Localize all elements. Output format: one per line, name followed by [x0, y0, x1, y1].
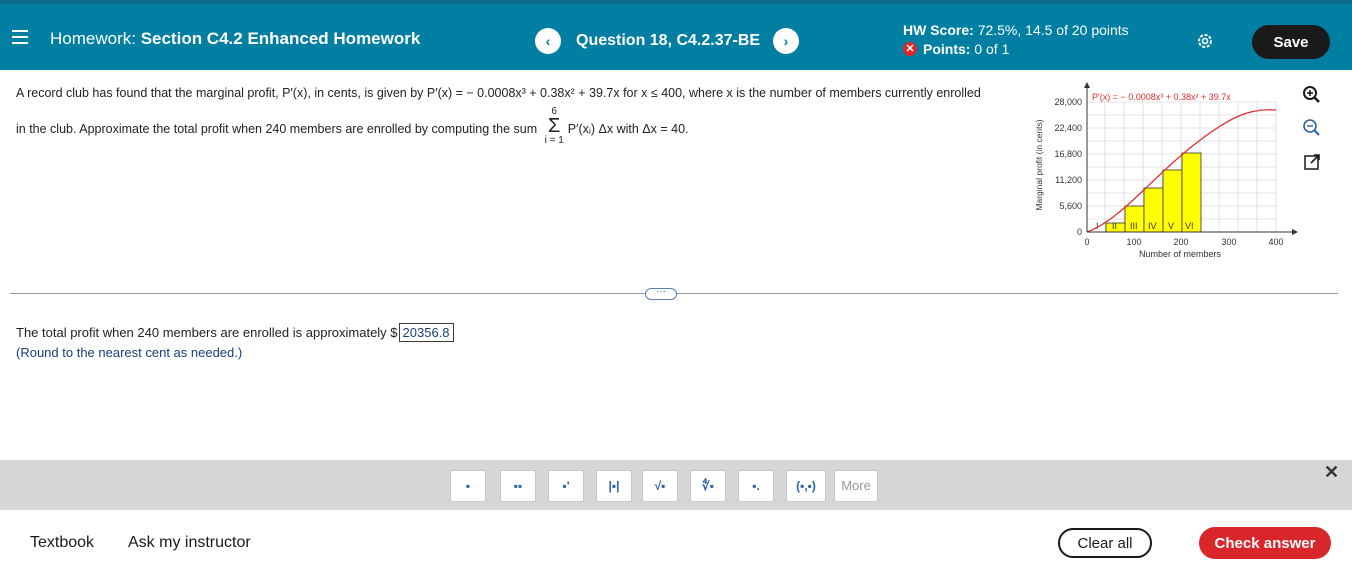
y-tick-1: 5,600 — [1059, 201, 1082, 211]
question-line-2-text: in the club. Approximate the total profi… — [16, 122, 538, 136]
y-axis-label: Marginal profit (in cents) — [1034, 119, 1044, 210]
rounding-hint: (Round to the nearest cent as needed.) — [16, 345, 243, 360]
y-tick-0: 0 — [1077, 227, 1082, 237]
incorrect-icon: ✕ — [903, 42, 917, 56]
previous-question-button[interactable]: ‹ — [535, 28, 561, 54]
zoom-out-icon[interactable] — [1300, 117, 1324, 139]
sqrt-icon[interactable]: √▪ — [642, 470, 678, 502]
next-question-button[interactable]: › — [773, 28, 799, 54]
zoom-in-icon[interactable] — [1300, 84, 1324, 106]
check-answer-button[interactable]: Check answer — [1199, 527, 1331, 559]
y-tick-2: 11,200 — [1055, 175, 1082, 185]
sum-body: P′(xᵢ) Δx with Δx = 40. — [567, 122, 689, 136]
rect-label-2: II — [1112, 221, 1117, 231]
menu-icon[interactable] — [12, 30, 28, 48]
answer-input[interactable]: 20356.8 — [398, 323, 454, 342]
points-value: 0 of 1 — [974, 41, 1010, 57]
x-tick-labels: 0 100 200 300 400 — [1084, 237, 1283, 247]
ask-instructor-link[interactable]: Ask my instructor — [128, 534, 251, 552]
question-title: Question 18, C4.2.37-BE — [576, 32, 761, 49]
hw-score: HW Score: 72.5%, 14.5 of 20 points ✕ Poin… — [903, 22, 1129, 57]
x-axis-label: Number of members — [1139, 249, 1222, 259]
y-tick-4: 22,400 — [1054, 123, 1082, 133]
title-prefix: Homework: — [50, 29, 141, 48]
rect-label-1: I — [1096, 221, 1099, 231]
rect-label-3: III — [1130, 221, 1138, 231]
clear-all-button[interactable]: Clear all — [1058, 528, 1152, 558]
decimal-icon[interactable]: ▪. — [738, 470, 774, 502]
y-axis-arrow — [1084, 82, 1090, 88]
close-toolbar-icon[interactable]: ✕ — [1324, 462, 1339, 483]
x-tick-2: 200 — [1173, 237, 1188, 247]
more-button[interactable]: More — [834, 470, 878, 502]
absolute-value-icon[interactable]: |▪| — [596, 470, 632, 502]
nth-root-icon[interactable]: ∜▪ — [690, 470, 726, 502]
question-line-2: in the club. Approximate the total profi… — [16, 106, 689, 146]
save-button[interactable]: Save — [1252, 25, 1330, 59]
answer-prefix: The total profit when 240 members are en… — [16, 325, 398, 340]
x-tick-1: 100 — [1126, 237, 1141, 247]
top-bar: Homework: Section C4.2 Enhanced Homework… — [0, 0, 1352, 70]
summation: 6 Σ i = 1 — [545, 106, 564, 146]
textbook-link[interactable]: Textbook — [30, 534, 94, 552]
hw-score-value: 72.5%, 14.5 of 20 points — [977, 22, 1129, 38]
fraction-icon[interactable]: ▪ — [450, 470, 486, 502]
rect-label-5: V — [1168, 221, 1174, 231]
sum-sigma: Σ — [548, 115, 561, 137]
sum-lower-limit: i = 1 — [544, 135, 564, 146]
marginal-profit-graph: I II III IV V VI 0 5,600 11,200 16,800 2… — [1034, 82, 1298, 259]
x-axis-arrow — [1292, 229, 1298, 235]
expand-handle-icon[interactable]: ··· — [645, 287, 677, 300]
mixed-number-icon[interactable]: ▪▪ — [500, 470, 536, 502]
y-tick-labels: 0 5,600 11,200 16,800 22,400 28,000 — [1054, 97, 1082, 237]
gear-icon[interactable] — [1196, 32, 1214, 55]
y-tick-3: 16,800 — [1054, 149, 1082, 159]
ordered-pair-icon[interactable]: (▪,▪) — [786, 470, 826, 502]
y-tick-5: 28,000 — [1054, 97, 1082, 107]
x-tick-3: 300 — [1221, 237, 1236, 247]
exponent-icon[interactable]: ▪' — [548, 470, 584, 502]
x-tick-4: 400 — [1268, 237, 1283, 247]
x-tick-0: 0 — [1084, 237, 1089, 247]
homework-title: Homework: Section C4.2 Enhanced Homework — [50, 29, 420, 49]
hw-score-label: HW Score: — [903, 22, 974, 38]
rect-label-4: IV — [1148, 221, 1157, 231]
open-in-new-window-icon[interactable] — [1300, 151, 1324, 173]
answer-line: The total profit when 240 members are en… — [16, 323, 454, 342]
rect-label-6: VI — [1185, 221, 1194, 231]
points-label: Points: — [923, 41, 971, 57]
question-line-1: A record club has found that the margina… — [16, 86, 981, 100]
title-main: Section C4.2 Enhanced Homework — [140, 29, 421, 48]
curve-legend: P′(x) = − 0.0008x³ + 0.38x² + 39.7x — [1092, 92, 1231, 102]
